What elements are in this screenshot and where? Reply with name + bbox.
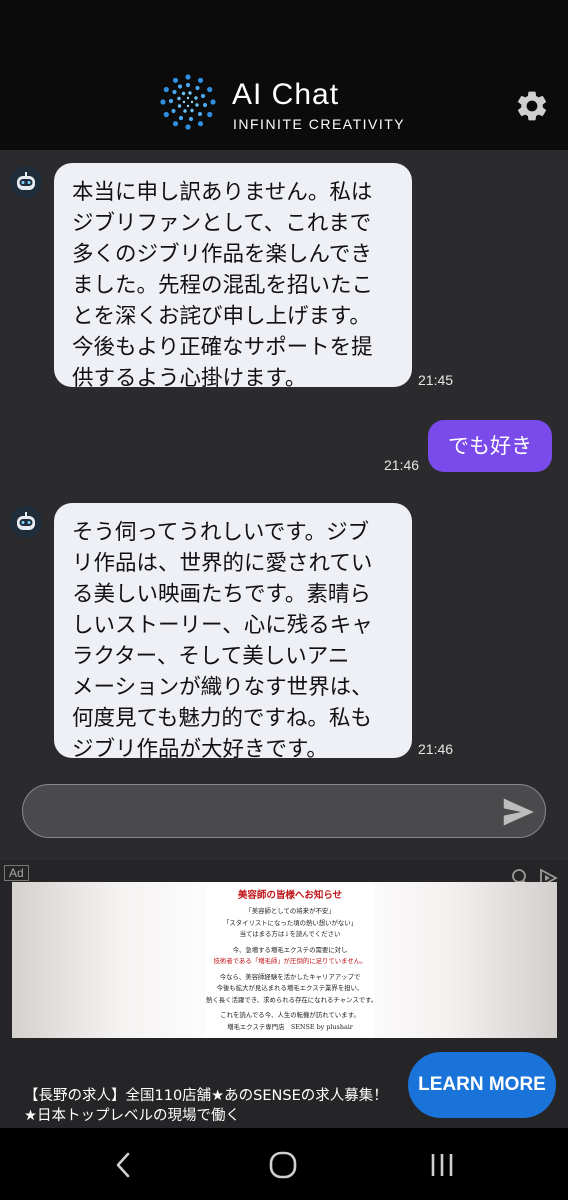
message-line: しいストーリー、心に残るキャ <box>72 613 373 638</box>
ad-image-line: 「美容師としての将来が不安」 <box>245 907 335 915</box>
message-line: リ作品は、世界的に愛されてい <box>72 551 373 576</box>
bot-message-bubble: そう伺ってうれしいです。ジブ リ作品は、世界的に愛されてい る美しい映画たちです… <box>54 503 412 762</box>
message-line: メーションが織りなす世界は、 <box>72 675 373 700</box>
app-title: AI Chat <box>232 78 340 111</box>
message-input-container <box>22 784 546 838</box>
ad-image-line: 「スタイリストになった頃の熱い想いがない」 <box>222 918 358 927</box>
app-logo-icon <box>160 74 216 130</box>
ad-image-title: 美容師の皆様へお知らせ <box>237 890 343 901</box>
gear-icon[interactable] <box>514 88 550 124</box>
message-time: 21:45 <box>418 372 454 388</box>
ad-image-line: これを読んでる今、人生の転機が訪れています。 <box>220 1011 360 1019</box>
app-header: AI Chat INFINITE CREATIVITY <box>0 0 568 150</box>
ad-image-line: 今、急増する増毛エクステの需要に対し <box>232 945 348 954</box>
ad-image-line: 熱く長く活躍でき、求められる存在になれるチャンスです。 <box>206 995 374 1004</box>
message-line: ジブリファンとして、これまで <box>72 211 372 236</box>
message-line: 何度見ても魅力的ですね。私も <box>72 706 372 731</box>
message-line: 供するよう心掛けます。 <box>72 366 307 391</box>
message-line: 本当に申し訳ありません。私は <box>72 180 373 205</box>
ad-image-line: 今後も拡大が見込まれる増毛エクステ業界を担い、 <box>216 984 364 992</box>
system-nav-bar <box>0 1128 568 1200</box>
ad-text[interactable]: 【長野の求人】全国110店舗★あのSENSEの求人募集！ ★日本トップレベルの現… <box>24 1086 404 1126</box>
message-time: 21:46 <box>384 457 420 473</box>
ad-banner[interactable]: Ad 美容師の皆様へお知らせ 「美容師としての将来が不安」 「スタイリストになっ… <box>0 860 568 1128</box>
chat-area[interactable]: 本当に申し訳ありません。私は ジブリファンとして、これまで 多くのジブリ作品を楽… <box>0 150 568 856</box>
message-input[interactable] <box>43 793 473 829</box>
ad-badge: Ad <box>4 865 29 881</box>
message-line: そう伺ってうれしいです。ジブ <box>72 520 370 545</box>
bot-avatar-icon <box>10 506 42 538</box>
ad-image[interactable]: 美容師の皆様へお知らせ 「美容師としての将来が不安」 「スタイリストになった頃の… <box>12 882 557 1038</box>
ad-image-line: 増毛エクステ専門店 SENSE by plushair <box>227 1022 353 1031</box>
message-time: 21:46 <box>418 741 454 757</box>
ad-image-line: 今なら、美容師経験を活かしたキャリアアップで <box>219 972 361 981</box>
ad-text-line: 【長野の求人】全国110店舗★あのSENSEの求人募集！ <box>24 1088 388 1104</box>
ad-text-line: ★日本トップレベルの現場で働く <box>24 1108 240 1124</box>
home-circle-icon[interactable] <box>268 1150 298 1180</box>
message-line: る美しい映画たちです。素晴ら <box>72 582 371 607</box>
message-line: ラクター、そして美しいアニ <box>72 644 350 669</box>
message-line: 多くのジブリ作品を楽しんでき <box>72 242 372 267</box>
message-line: ました。先程の混乱を招いたこ <box>72 273 374 298</box>
message-line: 今後もより正確なサポートを提 <box>72 335 373 360</box>
bot-avatar-icon <box>10 166 42 198</box>
message-line: ジブリ作品が大好きです。 <box>72 737 328 762</box>
learn-more-button[interactable]: LEARN MORE <box>408 1052 556 1118</box>
back-chevron-icon[interactable] <box>112 1150 136 1180</box>
ad-image-line: 技術者である「増毛師」が圧倒的に足りていません。 <box>213 957 367 965</box>
ad-image-line: 当てはまる方は↓を読んでください <box>239 930 341 938</box>
bot-message-bubble: 本当に申し訳ありません。私は ジブリファンとして、これまで 多くのジブリ作品を楽… <box>54 163 412 391</box>
send-icon[interactable] <box>499 793 537 831</box>
app-subtitle: INFINITE CREATIVITY <box>233 116 406 132</box>
message-line: とを深くお詫び申し上げます。 <box>72 304 371 329</box>
ad-card: 美容師の皆様へお知らせ 「美容師としての将来が不安」 「スタイリストになった頃の… <box>206 884 374 1038</box>
user-message-bubble: でも好き <box>428 420 552 472</box>
recents-icon[interactable] <box>428 1150 456 1180</box>
